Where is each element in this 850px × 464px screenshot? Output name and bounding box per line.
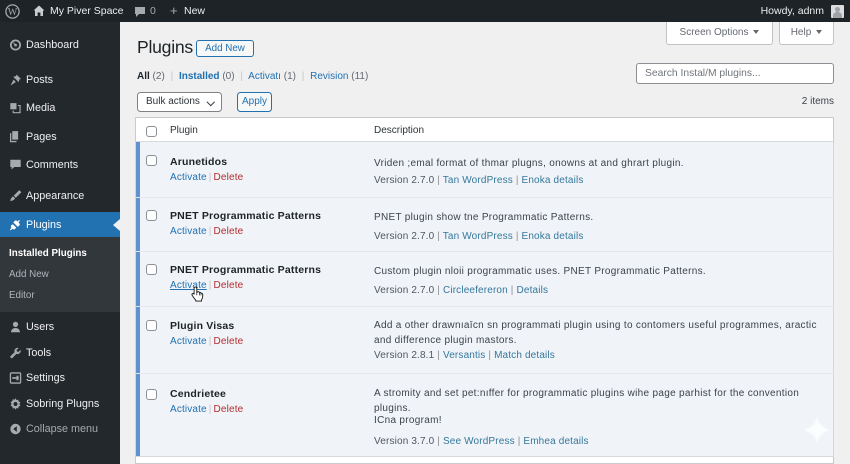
svg-text:W: W xyxy=(8,7,18,18)
